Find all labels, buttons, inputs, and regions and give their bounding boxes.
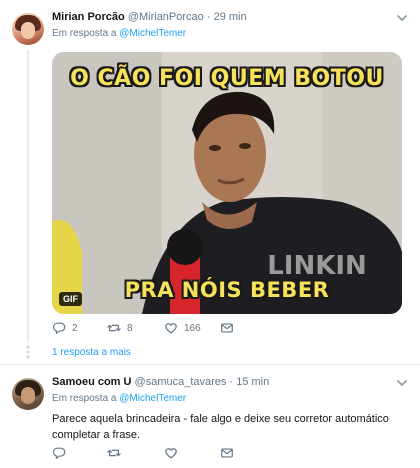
tweet-header: Mirian Porcão @MirianPorcao · 29 min (52, 11, 247, 23)
tweet-header: Samoeu com U @samuca_tavares · 15 min (52, 376, 269, 388)
retweet-button[interactable] (107, 446, 121, 460)
tweet-text: Parece aquela brincadeira - fale algo e … (52, 413, 389, 441)
tweet[interactable]: Samoeu com U @samuca_tavares · 15 min Em… (0, 364, 420, 468)
user-handle[interactable]: @MirianPorcao (128, 11, 204, 23)
reply-mention-link[interactable]: @MichelTemer (119, 393, 186, 404)
like-count: 166 (184, 322, 201, 334)
shirt-text: LINKIN (267, 251, 367, 281)
retweet-icon (107, 324, 121, 332)
reply-prefix: Em resposta a (52, 28, 117, 39)
gif-frame: LINKIN (52, 52, 402, 314)
timestamp[interactable]: 15 min (236, 376, 269, 388)
timestamp[interactable]: 29 min (214, 11, 247, 23)
reply-button[interactable]: 2 (52, 321, 78, 335)
like-button[interactable]: 166 (164, 321, 201, 335)
thread-dots-icon (26, 345, 30, 359)
separator: · (229, 376, 234, 388)
show-more-replies-link[interactable]: 1 resposta a mais (52, 347, 131, 358)
direct-message-button[interactable] (220, 321, 234, 335)
reply-button[interactable] (52, 446, 66, 460)
tweet[interactable]: Mirian Porcão @MirianPorcao · 29 min Em … (0, 0, 420, 363)
like-button[interactable] (164, 446, 178, 460)
reply-mention-link[interactable]: @MichelTemer (119, 28, 186, 39)
avatar[interactable] (12, 13, 44, 45)
envelope-icon (221, 323, 233, 333)
gif-caption-top: O CÃO FOI QUEM BOTOU (70, 66, 384, 91)
chevron-down-icon[interactable] (396, 12, 408, 24)
envelope-icon (221, 448, 233, 458)
reply-context: Em resposta a @MichelTemer (52, 28, 186, 39)
retweet-icon (107, 449, 121, 457)
direct-message-button[interactable] (220, 446, 234, 460)
heart-icon (165, 323, 177, 334)
chevron-down-icon[interactable] (396, 377, 408, 389)
reply-icon (52, 322, 66, 334)
display-name[interactable]: Mirian Porcão (52, 11, 125, 23)
avatar[interactable] (12, 378, 44, 410)
gif-caption-bottom: PRA NÓIS BEBER (124, 278, 330, 302)
reply-count: 2 (72, 322, 78, 334)
reply-icon (52, 447, 66, 459)
separator: · (206, 11, 211, 23)
retweet-count: 8 (127, 322, 133, 334)
reply-prefix: Em resposta a (52, 393, 117, 404)
heart-icon (165, 448, 177, 459)
display-name[interactable]: Samoeu com U (52, 376, 131, 388)
retweet-button[interactable]: 8 (107, 321, 133, 335)
reply-context: Em resposta a @MichelTemer (52, 393, 186, 404)
user-handle[interactable]: @samuca_tavares (135, 376, 227, 388)
thread-line (27, 50, 29, 343)
gif-badge: GIF (59, 292, 82, 306)
gif-media[interactable]: LINKIN O CÃO FOI QUEM BOTOU PRA NÓIS BEB… (52, 52, 402, 314)
